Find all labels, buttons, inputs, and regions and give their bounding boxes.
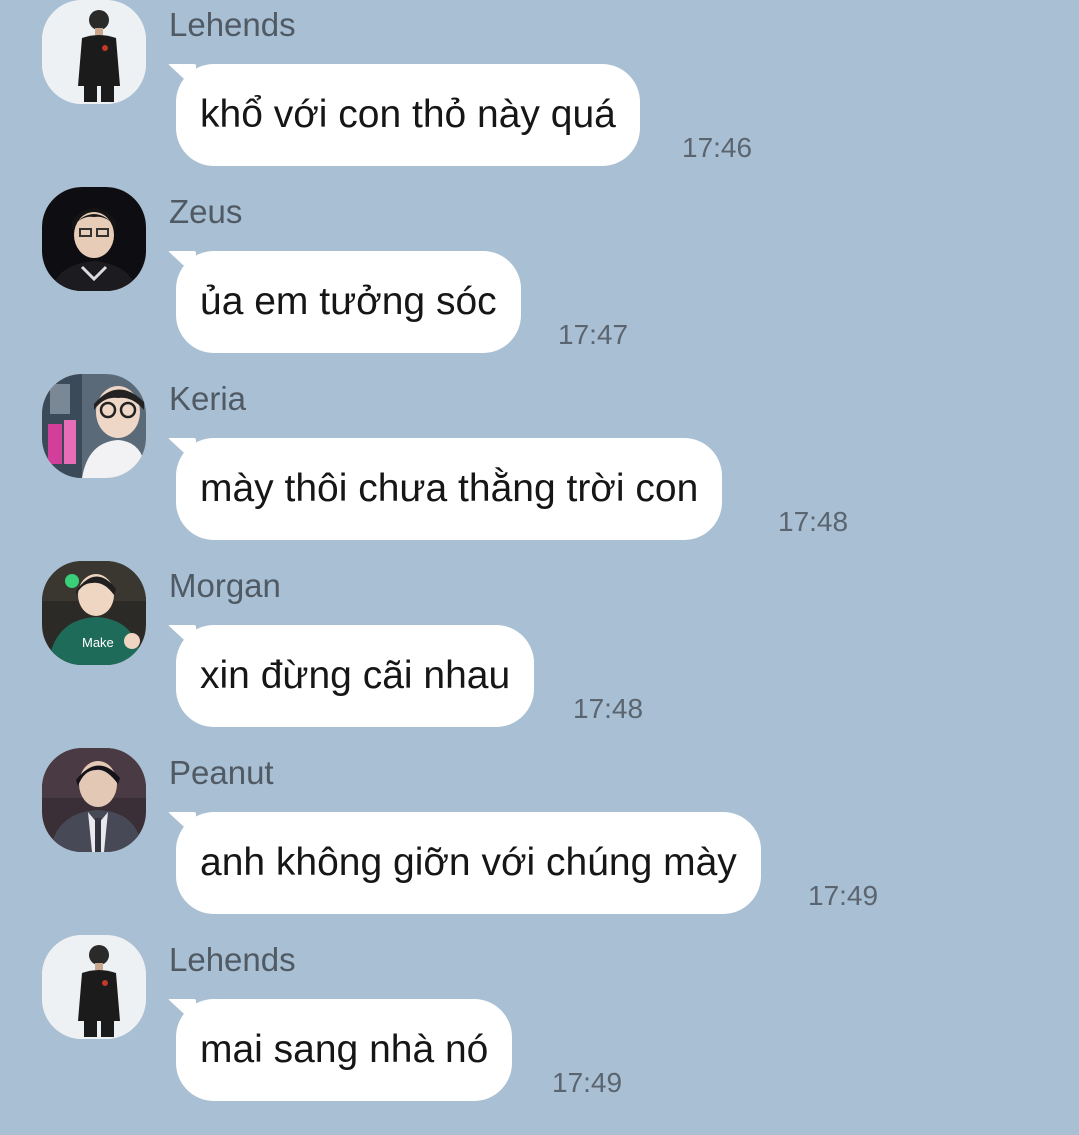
message-bubble[interactable]: xin đừng cãi nhau	[176, 625, 535, 727]
message-bubble[interactable]: mày thôi chưa thằng trời con	[176, 438, 723, 540]
avatar[interactable]: Make	[42, 561, 146, 665]
chat-message-list[interactable]: Lehends khổ với con thỏ này quá 17:46 Ze…	[0, 0, 1079, 1135]
message-timestamp: 17:47	[558, 319, 629, 350]
message-timestamp: 17:46	[682, 132, 753, 163]
sender-name: Lehends	[169, 6, 296, 43]
message-timestamp: 17:48	[778, 506, 849, 537]
avatar[interactable]	[42, 748, 146, 852]
message-row: Lehends mai sang nhà nó 17:49	[0, 935, 1079, 1122]
message-bubble[interactable]: ủa em tưởng sóc	[176, 251, 521, 353]
peanut-avatar-icon	[42, 748, 146, 852]
message-row: Make Morgan xin đừng cãi nhau 17:48	[0, 561, 1079, 748]
sender-name: Morgan	[169, 567, 281, 604]
message-row: Lehends khổ với con thỏ này quá 17:46	[0, 0, 1079, 187]
message-row: Keria mày thôi chưa thằng trời con 17:48	[0, 374, 1079, 561]
message-bubble[interactable]: anh không giỡn với chúng mày	[176, 812, 761, 914]
message-row: Peanut anh không giỡn với chúng mày 17:4…	[0, 748, 1079, 935]
message-bubble[interactable]: mai sang nhà nó	[176, 999, 513, 1101]
sender-name: Keria	[169, 380, 247, 417]
message-timestamp: 17:49	[808, 880, 879, 911]
avatar[interactable]	[42, 187, 146, 291]
sender-name: Peanut	[169, 754, 274, 791]
shirt-print: Make	[82, 635, 114, 650]
zeus-avatar-icon	[42, 187, 146, 291]
message-row: Zeus ủa em tưởng sóc 17:47	[0, 187, 1079, 374]
message-bubble[interactable]: khổ với con thỏ này quá	[176, 64, 640, 166]
lehends-avatar-icon	[42, 0, 146, 104]
message-timestamp: 17:48	[573, 693, 644, 724]
sender-name: Zeus	[169, 193, 243, 230]
avatar[interactable]	[42, 374, 146, 478]
keria-avatar-icon	[42, 374, 146, 478]
avatar[interactable]	[42, 0, 146, 104]
morgan-avatar-icon: Make	[42, 561, 146, 665]
message-timestamp: 17:49	[552, 1067, 623, 1098]
avatar[interactable]	[42, 935, 146, 1039]
sender-name: Lehends	[169, 941, 296, 978]
lehends-avatar-icon	[42, 935, 146, 1039]
